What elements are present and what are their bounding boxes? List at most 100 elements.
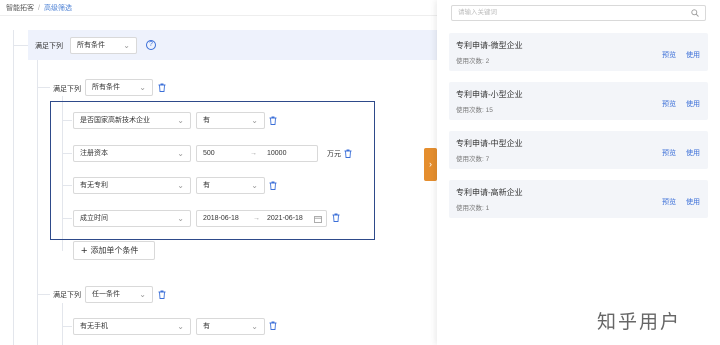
delete-icon[interactable]: [344, 149, 352, 158]
add-condition-button[interactable]: + 添加单个条件: [73, 241, 155, 260]
preview-link[interactable]: 预览: [662, 99, 676, 109]
condition-field-value: 成立时间: [80, 215, 108, 222]
group2-prefix-label: 满足下列: [53, 292, 81, 299]
group1-prefix-label: 满足下列: [53, 86, 81, 93]
template-title: 专利申请-中型企业: [456, 139, 523, 148]
condition-operator-value: 有: [203, 117, 210, 124]
root-match-value: 所有条件: [77, 42, 105, 49]
condition-operator-select[interactable]: 有 ⌄: [196, 318, 265, 335]
preview-link[interactable]: 预览: [662, 148, 676, 158]
template-card: 专利申请-微型企业 使用次数: 2 预览 使用: [449, 33, 708, 71]
chevron-down-icon: ⌄: [177, 116, 184, 125]
template-usage: 使用次数: 7: [456, 156, 490, 163]
chevron-down-icon: ⌄: [177, 149, 184, 158]
search-placeholder: 请输入关键词: [458, 9, 497, 16]
range-arrow-icon: →: [253, 215, 260, 222]
template-card: 专利申请-小型企业 使用次数: 15 预览 使用: [449, 82, 708, 120]
range-arrow-icon: →: [250, 150, 257, 157]
tree-line-root: [13, 30, 14, 345]
condition-field-select[interactable]: 有无手机 ⌄: [73, 318, 191, 335]
use-link[interactable]: 使用: [686, 197, 700, 207]
condition-field-select[interactable]: 是否国家高新技术企业 ⌄: [73, 112, 191, 129]
condition-field-select[interactable]: 有无专利 ⌄: [73, 177, 191, 194]
delete-icon[interactable]: [158, 83, 166, 92]
condition-operator-value: 有: [203, 323, 210, 330]
condition-field-value: 是否国家高新技术企业: [80, 117, 150, 124]
tree-line-row: [62, 218, 72, 219]
tree-line-root-branch: [13, 45, 28, 46]
template-search-input[interactable]: 请输入关键词: [451, 5, 706, 21]
plus-icon: +: [81, 245, 88, 257]
add-condition-label: 添加单个条件: [90, 246, 139, 255]
template-card: 专利申请-高新企业 使用次数: 1 预览 使用: [449, 180, 708, 218]
capital-min-value[interactable]: 500: [203, 146, 215, 161]
delete-icon[interactable]: [158, 290, 166, 299]
tree-line-group2-rows: [62, 303, 63, 345]
date-start-value[interactable]: 2018-06-18: [203, 211, 239, 226]
template-usage: 使用次数: 2: [456, 58, 490, 65]
tree-line-group1-branch: [37, 87, 50, 88]
chevron-down-icon: ⌄: [177, 322, 184, 331]
template-panel: 请输入关键词 专利申请-微型企业 使用次数: 2 预览 使用 专利申请-小型企业…: [437, 0, 720, 345]
tree-line-row: [62, 326, 72, 327]
chevron-down-icon: ⌄: [251, 181, 258, 190]
condition-field-select[interactable]: 注册资本 ⌄: [73, 145, 191, 162]
capital-unit-label: 万元: [327, 151, 341, 158]
delete-icon[interactable]: [269, 181, 277, 190]
tree-line-row: [62, 185, 72, 186]
chevron-down-icon: ⌄: [177, 181, 184, 190]
calendar-icon[interactable]: [314, 215, 322, 223]
use-link[interactable]: 使用: [686, 50, 700, 60]
condition-field-value: 有无手机: [80, 323, 108, 330]
group1-match-select[interactable]: 所有条件 ⌄: [85, 79, 153, 96]
template-usage: 使用次数: 1: [456, 205, 490, 212]
tree-line-row: [62, 120, 72, 121]
use-link[interactable]: 使用: [686, 148, 700, 158]
tree-line-group: [37, 60, 38, 345]
help-icon[interactable]: ?: [146, 40, 156, 50]
date-end-value[interactable]: 2021-06-18: [267, 211, 303, 226]
condition-field-value: 有无专利: [80, 182, 108, 189]
delete-icon[interactable]: [269, 116, 277, 125]
condition-operator-value: 有: [203, 182, 210, 189]
breadcrumb-separator: /: [38, 5, 40, 12]
chevron-down-icon: ⌄: [251, 322, 258, 331]
chevron-down-icon: ⌄: [139, 83, 146, 92]
chevron-down-icon: ⌄: [251, 116, 258, 125]
condition-operator-select[interactable]: 有 ⌄: [196, 177, 265, 194]
chevron-down-icon: ⌄: [139, 290, 146, 299]
group2-match-value: 任一条件: [92, 291, 120, 298]
template-title: 专利申请-高新企业: [456, 188, 523, 197]
breadcrumb-current: 高级筛选: [43, 5, 72, 12]
use-link[interactable]: 使用: [686, 99, 700, 109]
chevron-right-icon: ›: [429, 159, 432, 169]
breadcrumb-parent[interactable]: 智能拓客: [6, 5, 34, 12]
delete-icon[interactable]: [332, 213, 340, 222]
chevron-down-icon: ⌄: [123, 41, 130, 50]
header-divider: [0, 15, 437, 16]
group1-match-value: 所有条件: [92, 84, 120, 91]
panel-collapse-handle[interactable]: ›: [424, 148, 437, 181]
preview-link[interactable]: 预览: [662, 197, 676, 207]
date-range-picker[interactable]: 2018-06-18 → 2021-06-18: [196, 210, 327, 227]
preview-link[interactable]: 预览: [662, 50, 676, 60]
condition-operator-select[interactable]: 有 ⌄: [196, 112, 265, 129]
search-icon[interactable]: [691, 9, 699, 17]
condition-field-value: 注册资本: [80, 150, 108, 157]
delete-icon[interactable]: [269, 321, 277, 330]
root-prefix-label: 满足下列: [35, 43, 63, 50]
capital-range-input[interactable]: 500 → 10000: [196, 145, 318, 162]
watermark: 知乎用户: [597, 312, 682, 333]
condition-field-select[interactable]: 成立时间 ⌄: [73, 210, 191, 227]
template-title: 专利申请-小型企业: [456, 90, 523, 99]
capital-max-value[interactable]: 10000: [267, 146, 286, 161]
tree-line-group2-branch: [37, 294, 50, 295]
tree-line-row: [62, 153, 72, 154]
breadcrumb: 智能拓客 / 高级筛选: [6, 3, 72, 13]
template-usage: 使用次数: 15: [456, 107, 493, 114]
chevron-down-icon: ⌄: [177, 214, 184, 223]
template-title: 专利申请-微型企业: [456, 41, 523, 50]
group2-match-select[interactable]: 任一条件 ⌄: [85, 286, 153, 303]
template-card: 专利申请-中型企业 使用次数: 7 预览 使用: [449, 131, 708, 169]
root-match-select[interactable]: 所有条件 ⌄: [70, 37, 137, 54]
